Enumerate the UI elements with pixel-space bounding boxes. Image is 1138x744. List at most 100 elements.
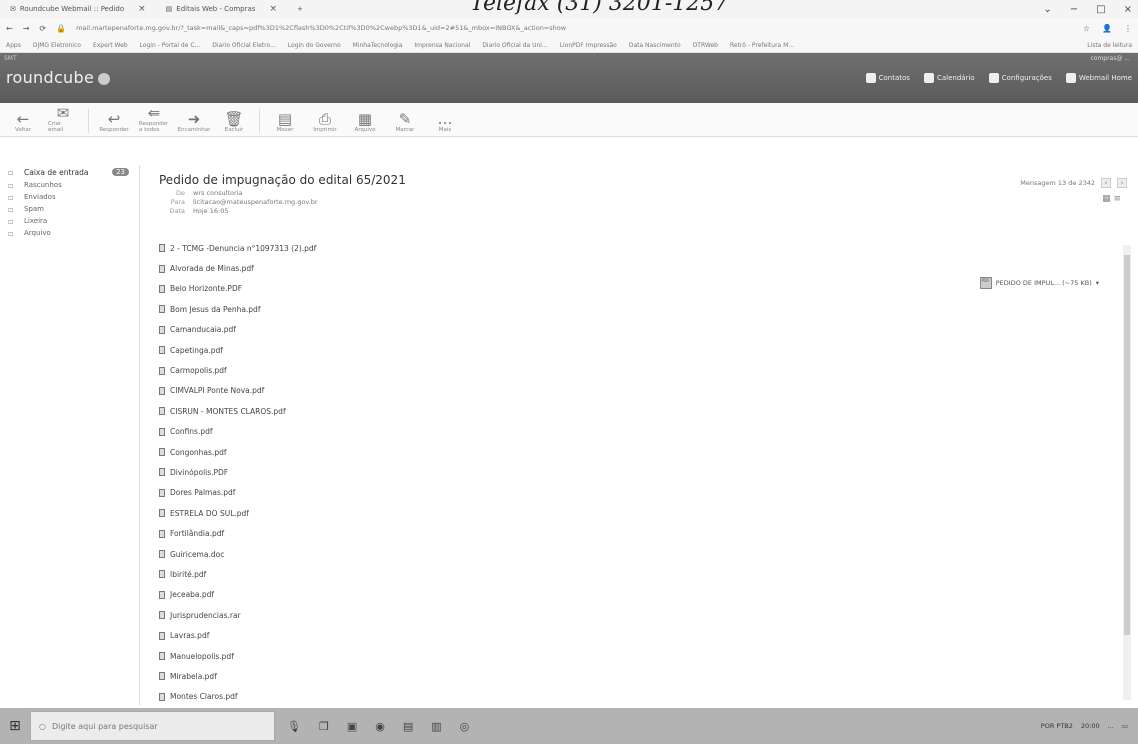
mic-icon[interactable]: 🎙 (287, 720, 301, 733)
previous-message-button[interactable]: ‹ (1101, 178, 1111, 188)
bookmark-item[interactable]: Expert Web (93, 42, 128, 49)
star-icon[interactable]: ☆ (1083, 24, 1090, 33)
toolbar-button[interactable]: 🗑 Excluir (219, 111, 249, 133)
attachment-item[interactable]: Capetinga.pdf (159, 340, 316, 360)
to-value[interactable]: licitacao@mateuspenaforte.mg.gov.br (193, 198, 318, 207)
reload-icon[interactable]: ⟳ (39, 24, 46, 33)
attachment-item[interactable]: Manuelopolis.pdf (159, 646, 316, 666)
bookmark-item[interactable]: LionPDF Impressão (560, 42, 617, 49)
attachment-item[interactable]: Guiricema.doc (159, 544, 316, 564)
from-value[interactable]: wrs consultoria (193, 189, 242, 198)
chevron-down-icon[interactable]: ⌄ (1043, 4, 1051, 15)
tab-roundcube[interactable]: ✉ Roundcube Webmail :: Pedido × (0, 1, 156, 17)
tray-language[interactable]: POR PTB2 (1041, 722, 1073, 730)
toolbar-button[interactable]: ▤ Mover (270, 111, 300, 133)
maximize-icon[interactable]: □ (1096, 4, 1105, 15)
task-view-icon[interactable]: ❐ (319, 720, 329, 733)
attachment-main[interactable]: PDF PEDIDO DE IMPUL... (~75 KB) ▾ (979, 277, 1099, 289)
nav-webmail-home[interactable]: Webmail Home (1065, 73, 1132, 83)
toolbar-button[interactable]: ▦ Arquivo (350, 111, 380, 133)
attachment-item[interactable]: Jurisprudencias.rar (159, 605, 316, 625)
toolbar-button[interactable]: ⇚ Responder a todos (139, 105, 169, 133)
view-options-icon[interactable]: ▦ ≡ (1102, 194, 1121, 204)
scrollbar[interactable] (1123, 245, 1131, 700)
bookmark-item[interactable]: Diario Oficial Eletro... (212, 42, 276, 49)
bookmark-item[interactable]: Login - Portal de C... (140, 42, 201, 49)
toolbar-button[interactable]: … Mais (430, 111, 460, 133)
app-icon[interactable]: ▥ (431, 720, 441, 733)
bookmark-item[interactable]: DJMG Eletronico (33, 42, 81, 49)
notification-icon[interactable]: ▭ (1122, 722, 1128, 730)
bookmark-item[interactable]: Apps (6, 42, 21, 49)
bookmark-item[interactable]: Retrô - Prefeitura M... (730, 42, 794, 49)
toolbar-button[interactable]: ➜ Encaminhar (178, 111, 211, 133)
scrollbar-thumb[interactable] (1124, 255, 1130, 635)
attachment-item[interactable]: Montes Claros.pdf (159, 687, 316, 707)
toolbar-button[interactable]: ← Voltar (8, 111, 38, 133)
nav-configuracoes[interactable]: Configurações (988, 73, 1052, 83)
user-info[interactable]: compras@ ... (1090, 55, 1130, 62)
attachment-item[interactable]: ESTRELA DO SUL.pdf (159, 503, 316, 523)
windows-start-icon[interactable]: ⊞ (0, 708, 30, 744)
menu-icon[interactable]: ⋮ (1124, 24, 1132, 33)
attachment-item[interactable]: Confins.pdf (159, 422, 316, 442)
chevron-down-icon[interactable]: ▾ (1096, 279, 1099, 287)
file-icon (159, 264, 165, 273)
bookmark-item[interactable]: Imprensa Nacional (414, 42, 470, 49)
attachment-item[interactable]: Alvorada de Minas.pdf (159, 258, 316, 278)
attachment-item[interactable]: Jeceaba.pdf (159, 585, 316, 605)
attachment-item[interactable]: Camanducaia.pdf (159, 320, 316, 340)
attachment-item[interactable]: Fortilândia.pdf (159, 523, 316, 543)
attachment-item[interactable]: Divinópolis.PDF (159, 462, 316, 482)
attachment-item[interactable]: Bom Jesus da Penha.pdf (159, 299, 316, 319)
bookmark-item[interactable]: MinhaTecnologia (353, 42, 403, 49)
folder-item[interactable]: ▫ Caixa de entrada 23 (0, 165, 139, 179)
folder-item[interactable]: ▫ Enviados (0, 191, 139, 203)
taskbar-search[interactable]: ○ Digite aqui para pesquisar (30, 711, 275, 741)
folder-item[interactable]: ▫ Rascunhos (0, 179, 139, 191)
attachment-item[interactable]: CIMVALPI Ponte Nova.pdf (159, 381, 316, 401)
bookmark-item[interactable]: Data Nascimento (629, 42, 681, 49)
attachment-item[interactable]: Congonhas.pdf (159, 442, 316, 462)
toolbar-button[interactable]: ↩ Responder (99, 111, 129, 133)
minimize-icon[interactable]: − (1070, 4, 1078, 15)
folder-item[interactable]: ▫ Arquivo (0, 227, 139, 239)
attachment-item[interactable]: Lavras.pdf (159, 625, 316, 645)
new-tab-button[interactable]: + (287, 1, 313, 17)
attachment-item[interactable]: Dores Palmas.pdf (159, 483, 316, 503)
toolbar-button[interactable]: ✎ Marcar (390, 111, 420, 133)
profile-icon[interactable]: 👤 (1102, 24, 1112, 33)
tab-editais[interactable]: ▤ Editais Web - Compras × (156, 1, 287, 17)
chrome-icon[interactable]: ◎ (460, 720, 470, 733)
folder-icon[interactable]: ▣ (347, 720, 357, 733)
forward-icon[interactable]: → (23, 24, 30, 33)
attachment-item[interactable]: Belo Horizonte.PDF (159, 279, 316, 299)
back-icon[interactable]: ← (6, 24, 13, 33)
roundcube-logo[interactable]: roundcube (6, 68, 111, 87)
attachment-item[interactable]: CISRUN - MONTES CLAROS.pdf (159, 401, 316, 421)
attachment-item[interactable]: Mirabela.pdf (159, 666, 316, 686)
bookmark-item[interactable]: Diario Oficial da Uni... (482, 42, 547, 49)
nav-contatos[interactable]: Contatos (865, 73, 910, 83)
folder-item[interactable]: ▫ Spam (0, 203, 139, 215)
url-field[interactable]: mail.martepenaforte.mg.gov.br/?_task=mai… (76, 24, 1073, 32)
folder-item[interactable]: ▫ Lixeira (0, 215, 139, 227)
nav-calendario[interactable]: Calendário (923, 73, 975, 83)
browser-icon[interactable]: ◉ (375, 720, 385, 733)
toolbar-button[interactable]: ⎙ Imprimir (310, 111, 340, 133)
bookmark-item[interactable]: DTRWeb (693, 42, 718, 49)
toolbar-button[interactable]: ✉ Criar email (48, 105, 78, 133)
attachment-list: 2 - TCMG -Denuncia n°1097313 (2).pdf Alvo… (159, 238, 316, 707)
attachment-item[interactable]: 2 - TCMG -Denuncia n°1097313 (2).pdf (159, 238, 316, 258)
attachment-item[interactable]: Ibirité.pdf (159, 564, 316, 584)
reading-list-button[interactable]: Lista de leitura (1087, 42, 1132, 49)
close-icon[interactable]: × (1124, 4, 1132, 15)
toolbar-icon: ← (16, 110, 30, 128)
next-message-button[interactable]: › (1117, 178, 1127, 188)
attachment-item[interactable]: Carmopolis.pdf (159, 360, 316, 380)
close-icon[interactable]: × (269, 4, 277, 14)
home-icon (1065, 73, 1076, 83)
bookmark-item[interactable]: Login do Governo (288, 42, 341, 49)
close-icon[interactable]: × (138, 4, 146, 14)
store-icon[interactable]: ▤ (403, 720, 413, 733)
